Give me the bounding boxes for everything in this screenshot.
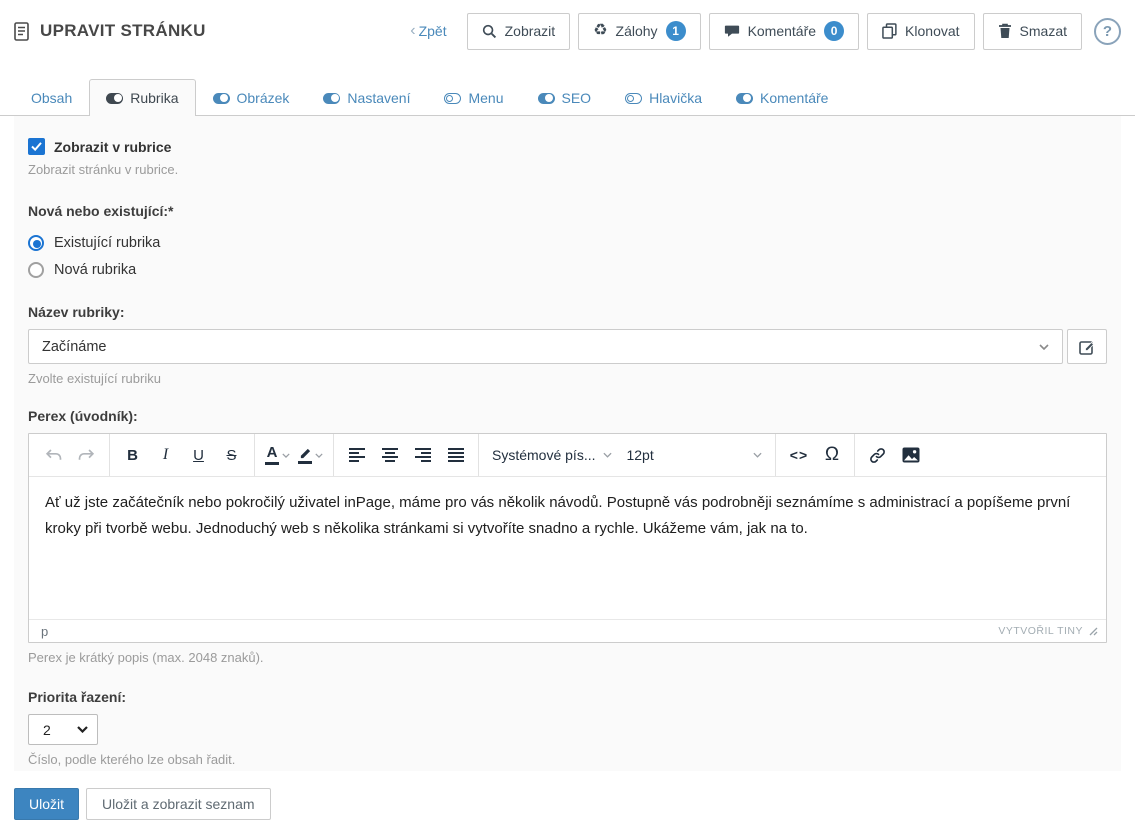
align-right-button[interactable] <box>407 440 438 471</box>
tab-obsah[interactable]: Obsah <box>14 79 89 116</box>
link-button[interactable] <box>862 440 893 471</box>
align-left-button[interactable] <box>341 440 372 471</box>
page-title-wrap: UPRAVIT STRÁNKU <box>14 21 206 41</box>
toggle-on-icon <box>106 92 124 104</box>
text-color-swatch <box>265 462 279 465</box>
edit-page-screen: UPRAVIT STRÁNKU ‹ Zpět Zobrazit ♻ Zálohy… <box>0 0 1135 831</box>
recycle-icon: ♻ <box>593 22 608 39</box>
document-icon <box>14 21 31 41</box>
clone-button[interactable]: Klonovat <box>867 12 975 50</box>
show-in-category-help: Zobrazit stránku v rubrice. <box>28 162 179 177</box>
tab-nastaveni[interactable]: Nastavení <box>306 79 427 116</box>
clone-icon <box>882 23 897 39</box>
strikethrough-button[interactable]: S <box>216 440 247 471</box>
tab-komentare[interactable]: Komentáře <box>719 79 845 116</box>
category-name-help: Zvolte existující rubriku <box>28 371 161 386</box>
underline-button[interactable]: U <box>183 440 214 471</box>
tab-hlavicka[interactable]: Hlavička <box>608 79 719 116</box>
text-color-button[interactable]: A <box>262 440 293 471</box>
priority-label: Priorita řazení: <box>28 689 127 705</box>
redo-button[interactable] <box>71 440 102 471</box>
element-path[interactable]: p <box>37 624 52 639</box>
tiny-brand-link[interactable]: VYTVOŘIL TINY <box>998 625 1083 637</box>
back-label: Zpět <box>418 23 447 39</box>
back-link[interactable]: ‹ Zpět <box>410 22 447 40</box>
toggle-on-icon <box>212 92 230 104</box>
priority-help: Číslo, podle kterého lze obsah řadit. <box>28 752 236 767</box>
undo-button[interactable] <box>38 440 69 471</box>
highlighter-icon <box>300 448 310 458</box>
toggle-off-icon <box>444 92 462 104</box>
toggle-on-icon <box>537 92 555 104</box>
tab-obrazek[interactable]: Obrázek <box>196 79 307 116</box>
search-icon <box>482 24 497 39</box>
editor-status-bar: p VYTVOŘIL TINY <box>29 619 1106 642</box>
show-in-category-label: Zobrazit v rubrice <box>54 138 172 155</box>
italic-button[interactable]: I <box>150 440 181 471</box>
view-button[interactable]: Zobrazit <box>466 12 571 50</box>
comment-icon <box>724 24 740 38</box>
show-in-category-checkbox-row[interactable]: Zobrazit v rubrice <box>28 138 1107 155</box>
new-or-existing-label: Nová nebo existující:* <box>28 203 174 219</box>
radio-existing-category[interactable]: Existující rubrika <box>28 235 1107 251</box>
bold-button[interactable]: B <box>117 440 148 471</box>
perex-label: Perex (úvodník): <box>28 408 138 424</box>
comments-button[interactable]: Komentáře 0 <box>708 12 860 50</box>
editor-toolbar: B I U S A Systémové pís... 12pt <> Ω <box>29 434 1106 477</box>
backups-button[interactable]: ♻ Zálohy 1 <box>578 12 701 50</box>
toggle-on-icon <box>735 92 753 104</box>
rich-text-editor: B I U S A Systémové pís... 12pt <> Ω Ať … <box>28 433 1107 643</box>
chevron-down-icon <box>77 726 88 733</box>
radio-new-category[interactable]: Nová rubrika <box>28 262 1107 278</box>
chevron-left-icon: ‹ <box>410 22 416 39</box>
resize-handle[interactable] <box>1089 627 1098 636</box>
category-name-select[interactable]: Začínáme <box>28 329 1063 364</box>
radio-selected-icon[interactable] <box>28 235 44 251</box>
highlight-color-button[interactable] <box>295 440 326 471</box>
save-button[interactable]: Uložit <box>14 788 80 820</box>
perex-help: Perex je krátký popis (max. 2048 znaků). <box>28 650 264 665</box>
help-button[interactable]: ? <box>1094 17 1121 45</box>
source-code-button[interactable]: <> <box>783 440 814 471</box>
toggle-off-icon <box>625 92 643 104</box>
chevron-down-icon <box>282 452 290 458</box>
perex-paragraph: Ať už jste začátečník nebo pokročilý uži… <box>45 494 1071 537</box>
insert-image-button[interactable] <box>895 440 926 471</box>
align-center-button[interactable] <box>374 440 405 471</box>
checkbox-checked-icon[interactable] <box>28 138 45 155</box>
header-actions: ‹ Zpět Zobrazit ♻ Zálohy 1 Komentáře 0 K… <box>410 12 1121 50</box>
page-header: UPRAVIT STRÁNKU ‹ Zpět Zobrazit ♻ Zálohy… <box>0 0 1135 62</box>
editor-content-area[interactable]: Ať už jste začátečník nebo pokročilý uži… <box>29 477 1106 619</box>
highlight-color-swatch <box>298 460 312 464</box>
edit-icon <box>1079 339 1095 355</box>
special-character-button[interactable]: Ω <box>816 440 847 471</box>
tab-content-panel: Zobrazit v rubrice Zobrazit stránku v ru… <box>14 116 1121 771</box>
font-size-select[interactable]: 12pt <box>620 440 768 471</box>
save-and-list-button[interactable]: Uložit a zobrazit seznam <box>86 788 271 820</box>
chevron-down-icon <box>1039 343 1049 350</box>
chevron-down-icon <box>753 452 763 458</box>
chevron-down-icon <box>315 452 323 458</box>
category-name-label: Název rubriky: <box>28 304 125 320</box>
page-title: UPRAVIT STRÁNKU <box>40 21 206 40</box>
backups-count-badge: 1 <box>665 21 686 41</box>
tab-bar: Obsah Rubrika Obrázek Nastavení Menu SEO… <box>0 62 1135 116</box>
tab-menu[interactable]: Menu <box>427 79 520 116</box>
radio-unselected-icon[interactable] <box>28 262 44 278</box>
form-footer: Uložit Uložit a zobrazit seznam <box>0 771 1135 820</box>
tab-seo[interactable]: SEO <box>521 79 609 116</box>
toggle-on-icon <box>323 92 341 104</box>
priority-select[interactable]: 2 <box>28 714 98 745</box>
chevron-down-icon <box>603 452 613 458</box>
font-family-select[interactable]: Systémové pís... <box>486 440 618 471</box>
edit-category-button[interactable] <box>1067 329 1107 364</box>
comments-count-badge: 0 <box>824 21 845 41</box>
align-justify-button[interactable] <box>440 440 471 471</box>
tab-rubrika[interactable]: Rubrika <box>89 79 196 116</box>
delete-button[interactable]: Smazat <box>982 12 1082 50</box>
trash-icon <box>998 23 1012 39</box>
